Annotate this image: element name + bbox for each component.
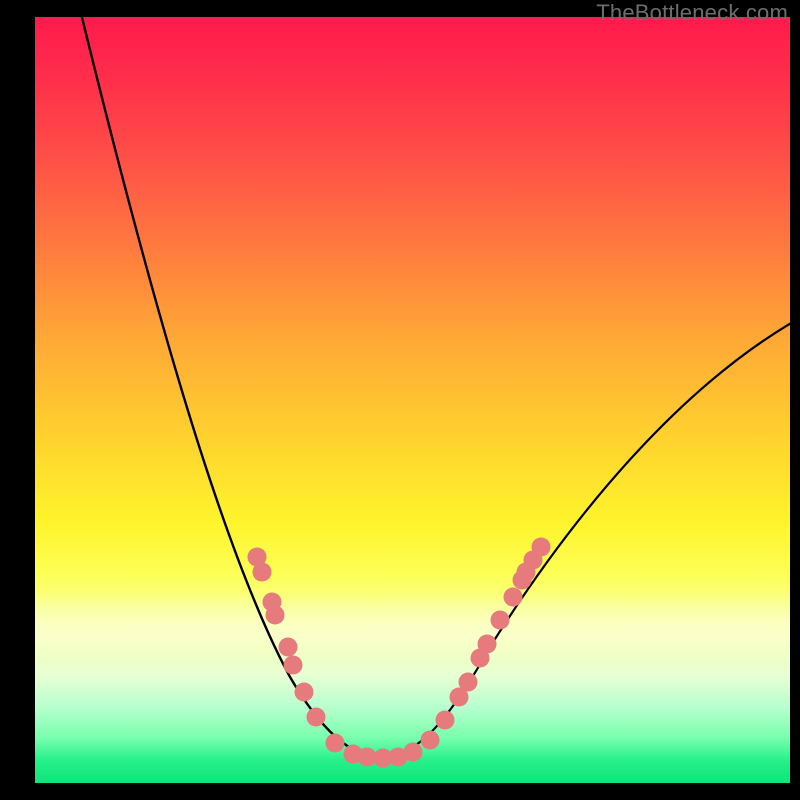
left-curve bbox=[77, 17, 380, 757]
data-dot bbox=[326, 734, 345, 753]
data-dot bbox=[421, 731, 440, 750]
data-dot bbox=[504, 588, 523, 607]
data-dot bbox=[478, 635, 497, 654]
chart-frame: TheBottleneck.com bbox=[0, 0, 800, 800]
dot-group bbox=[248, 538, 551, 768]
data-dot bbox=[253, 563, 272, 582]
data-dot bbox=[284, 656, 303, 675]
right-curve bbox=[380, 315, 790, 757]
data-dot bbox=[459, 673, 478, 692]
data-dot bbox=[491, 611, 510, 630]
data-dot bbox=[307, 708, 326, 727]
data-dot bbox=[266, 606, 285, 625]
data-dot bbox=[404, 743, 423, 762]
plot-area bbox=[35, 17, 790, 783]
data-dot bbox=[532, 538, 551, 557]
data-dot bbox=[436, 711, 455, 730]
data-dot bbox=[279, 638, 298, 657]
curve-layer bbox=[35, 17, 790, 783]
watermark-text: TheBottleneck.com bbox=[596, 0, 788, 26]
data-dot bbox=[295, 683, 314, 702]
